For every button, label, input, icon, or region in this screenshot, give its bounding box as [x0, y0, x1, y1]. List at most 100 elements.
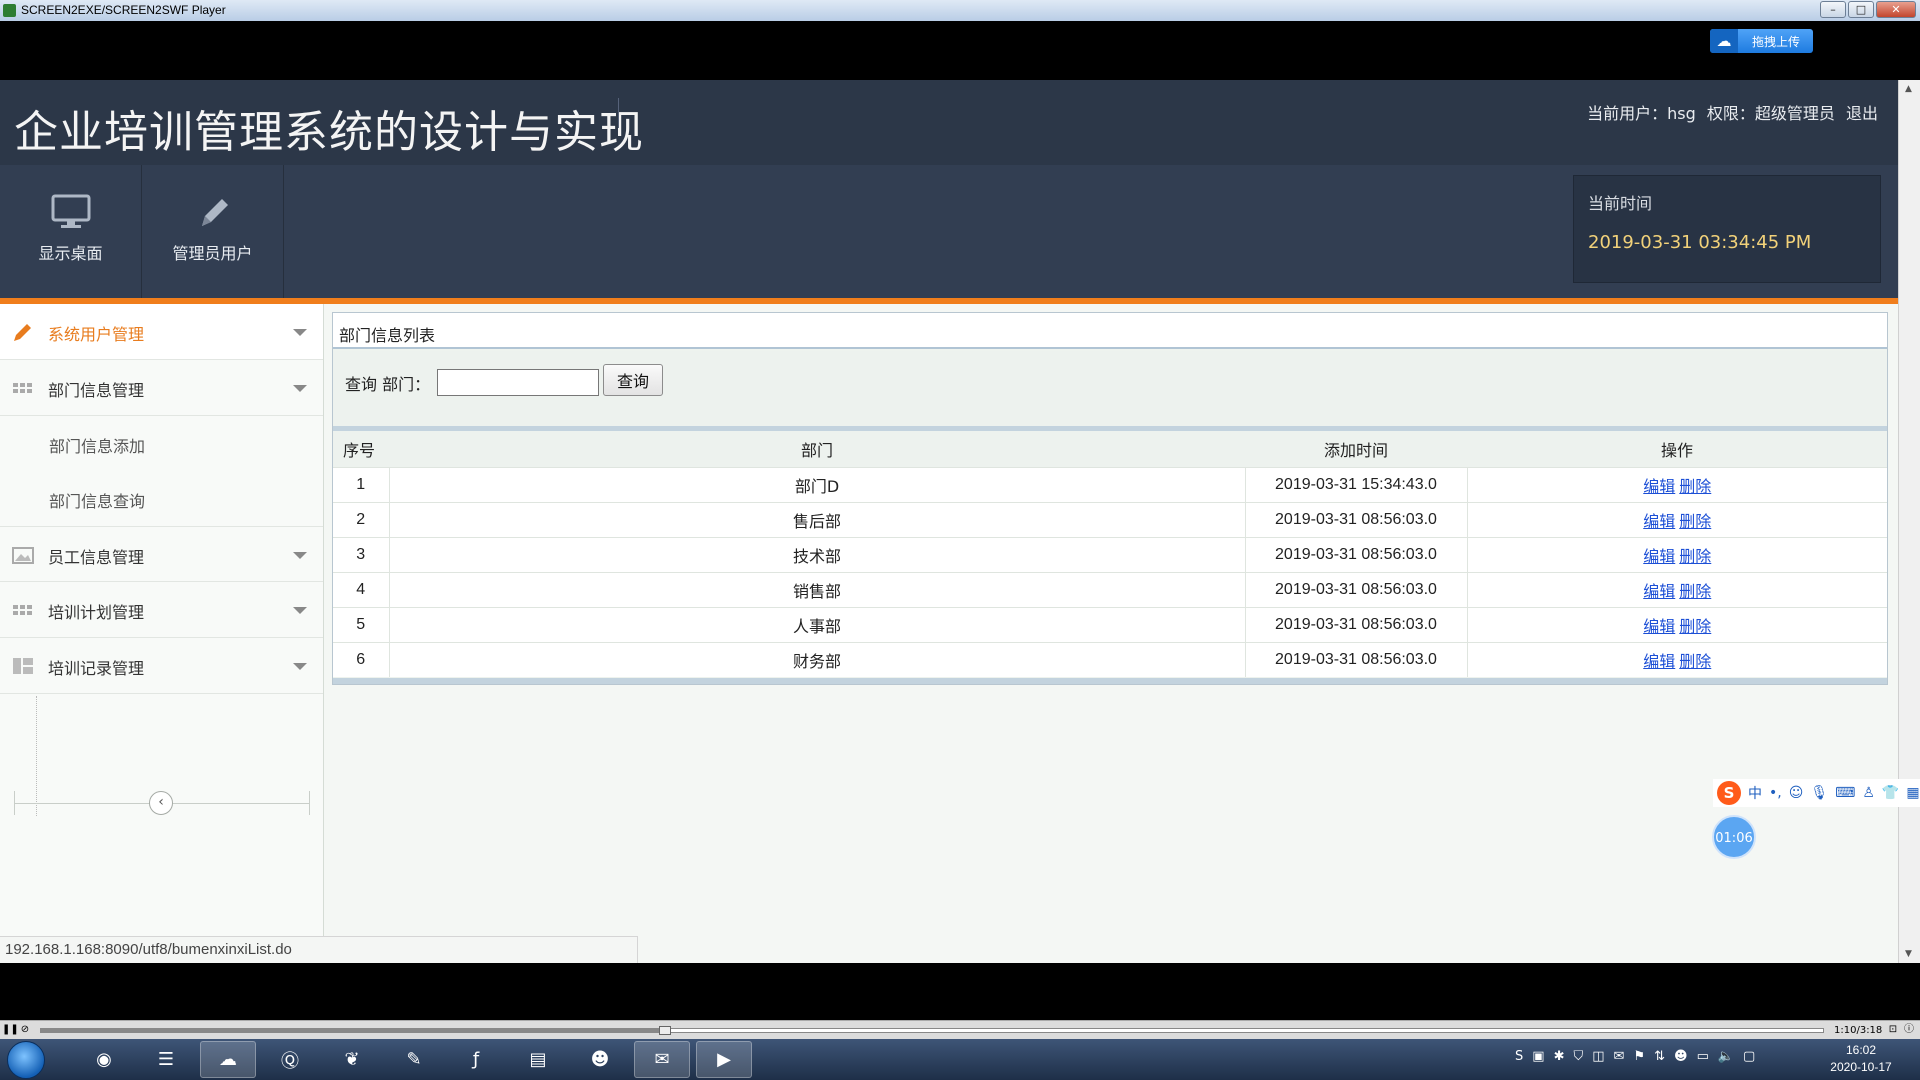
- sidebar-item-label: 培训记录管理: [48, 659, 145, 678]
- media-app-icon[interactable]: ☰: [138, 1041, 194, 1078]
- row-number: 3: [333, 536, 389, 572]
- chrome-icon[interactable]: ◉: [76, 1041, 132, 1078]
- sidebar-item-employees[interactable]: 员工信息管理: [0, 526, 323, 582]
- sidebar-item-system-users[interactable]: 系统用户管理: [0, 304, 323, 360]
- editor-icon[interactable]: ✎: [386, 1041, 442, 1078]
- admin-user-button[interactable]: 管理员用户: [142, 165, 284, 298]
- row-number: 1: [333, 466, 389, 502]
- edit-link[interactable]: 编辑: [1643, 654, 1675, 671]
- browser-icon[interactable]: Ⓠ: [262, 1041, 318, 1078]
- grid-menu-icon[interactable]: ▦: [1906, 785, 1919, 801]
- chevron-down-icon: [293, 552, 307, 559]
- baidu-netdisk-icon[interactable]: ☁: [200, 1041, 256, 1078]
- tray-battery-icon[interactable]: ▭: [1697, 1049, 1709, 1064]
- delete-link[interactable]: 删除: [1679, 479, 1711, 496]
- department-search-input[interactable]: [437, 369, 599, 396]
- clock-date: 2020-10-17: [1830, 1060, 1892, 1074]
- table-bottom-border: [333, 678, 1887, 684]
- maximize-button[interactable]: □: [1848, 1, 1874, 18]
- cloud-icon: ☁: [1710, 29, 1738, 53]
- row-number: 6: [333, 641, 389, 677]
- sidebar-item-training-plans[interactable]: 培训计划管理: [0, 582, 323, 638]
- show-desktop-label: 显示桌面: [38, 244, 103, 263]
- row-actions: 编辑 删除: [1466, 571, 1887, 607]
- delete-link[interactable]: 删除: [1679, 514, 1711, 531]
- delete-link[interactable]: 删除: [1679, 584, 1711, 601]
- edit-link[interactable]: 编辑: [1643, 584, 1675, 601]
- tray-volume-icon[interactable]: 🔈: [1718, 1049, 1734, 1064]
- skin-icon[interactable]: 👕: [1882, 785, 1899, 801]
- playback-time: 1:10/3:18: [1834, 1025, 1883, 1036]
- scroll-down-icon[interactable]: ▼: [1905, 949, 1912, 959]
- logout-link[interactable]: 退出: [1846, 104, 1878, 123]
- emoji-icon[interactable]: ☺: [1789, 785, 1804, 801]
- show-desktop-button[interactable]: 显示桌面: [0, 165, 142, 298]
- taskbar-clock[interactable]: 16:02 2020-10-17: [1820, 1042, 1902, 1076]
- table-row: 5 人事部 2019-03-31 08:56:03.0 编辑 删除: [333, 606, 1887, 642]
- tray-sogou-icon[interactable]: S: [1515, 1049, 1523, 1064]
- seek-track[interactable]: [40, 1026, 1824, 1035]
- delete-link[interactable]: 删除: [1679, 619, 1711, 636]
- row-number: 5: [333, 606, 389, 642]
- upload-button[interactable]: ☁ 拖拽上传: [1710, 29, 1813, 53]
- user-icon[interactable]: ♙: [1862, 785, 1875, 801]
- punctuation-icon[interactable]: •,: [1769, 785, 1782, 801]
- flash-icon[interactable]: ƒ: [448, 1041, 504, 1078]
- tray-security-icon[interactable]: ✱: [1554, 1049, 1565, 1064]
- submenu-item-query-department[interactable]: 部门信息查询: [0, 471, 323, 526]
- row-department: 销售部: [388, 571, 1245, 607]
- start-button[interactable]: [7, 1041, 45, 1079]
- minimize-button[interactable]: –: [1820, 1, 1846, 18]
- info-icon[interactable]: ⓘ: [1902, 1023, 1916, 1037]
- sidebar-item-departments[interactable]: 部门信息管理: [0, 360, 323, 416]
- window-controls: – □ ✕: [1820, 1, 1916, 18]
- sogou-icon[interactable]: S: [1717, 781, 1741, 805]
- row-added-time: 2019-03-31 08:56:03.0: [1244, 501, 1467, 537]
- pause-icon[interactable]: ❚❚: [2, 1023, 19, 1037]
- seek-thumb[interactable]: [658, 1026, 671, 1035]
- tray-network-icon[interactable]: ▣: [1532, 1049, 1544, 1064]
- column-header-actions: 操作: [1467, 431, 1887, 467]
- row-actions: 编辑 删除: [1466, 606, 1887, 642]
- tray-arrow-icon[interactable]: ⇅: [1654, 1049, 1665, 1064]
- search-button[interactable]: 查询: [603, 364, 663, 396]
- tray-shield-icon[interactable]: ⛉: [1573, 1049, 1583, 1064]
- tray-disk-icon[interactable]: ◫: [1592, 1049, 1604, 1064]
- leaf-app-icon[interactable]: ❦: [324, 1041, 380, 1078]
- sidebar-item-label: 部门信息管理: [48, 381, 145, 400]
- row-actions: 编辑 删除: [1466, 501, 1887, 537]
- file-explorer-icon[interactable]: ▤: [510, 1041, 566, 1078]
- edit-link[interactable]: 编辑: [1643, 514, 1675, 531]
- keyboard-icon[interactable]: ⌨: [1835, 785, 1855, 801]
- grid-icon: [13, 383, 32, 393]
- close-button[interactable]: ✕: [1876, 1, 1916, 18]
- row-added-time: 2019-03-31 08:56:03.0: [1244, 536, 1467, 572]
- edit-link[interactable]: 编辑: [1643, 549, 1675, 566]
- submenu-item-add-department[interactable]: 部门信息添加: [0, 416, 323, 471]
- collapse-sidebar-button[interactable]: ‹: [149, 791, 173, 815]
- tray-qq-icon[interactable]: ☻: [1674, 1049, 1688, 1064]
- table-row: 6 财务部 2019-03-31 08:56:03.0 编辑 删除: [333, 641, 1887, 677]
- sidebar-item-training-records[interactable]: 培训记录管理: [0, 638, 323, 694]
- ime-mode-indicator[interactable]: 中: [1748, 783, 1762, 803]
- screen-recorder-icon[interactable]: ▶: [696, 1041, 752, 1078]
- search-label: 查询 部门：: [345, 375, 431, 394]
- edit-link[interactable]: 编辑: [1643, 479, 1675, 496]
- fullscreen-icon[interactable]: ⊡: [1886, 1023, 1900, 1037]
- tray-display-icon[interactable]: ▢: [1743, 1049, 1755, 1064]
- ime-toolbar: S 中 •, ☺ 🎙 ⌨ ♙ 👕 ▦: [1713, 779, 1920, 807]
- delete-link[interactable]: 删除: [1679, 549, 1711, 566]
- delete-link[interactable]: 删除: [1679, 654, 1711, 671]
- microphone-icon[interactable]: 🎙: [1810, 785, 1828, 801]
- current-time-box: 当前时间 2019-03-31 03:34:45 PM: [1573, 175, 1881, 283]
- qq-icon[interactable]: ☻: [572, 1041, 628, 1078]
- scroll-up-icon[interactable]: ▲: [1905, 84, 1912, 94]
- tray-flag-icon[interactable]: ⚑: [1633, 1049, 1645, 1064]
- vertical-scrollbar[interactable]: ▲ ▼: [1898, 80, 1920, 963]
- recording-timer[interactable]: 01:06: [1712, 815, 1756, 859]
- tray-wechat-icon[interactable]: ✉: [1614, 1049, 1625, 1064]
- seek-progress: [41, 1029, 665, 1032]
- stop-icon[interactable]: ⊘: [18, 1023, 32, 1037]
- wechat-icon[interactable]: ✉: [634, 1041, 690, 1078]
- edit-link[interactable]: 编辑: [1643, 619, 1675, 636]
